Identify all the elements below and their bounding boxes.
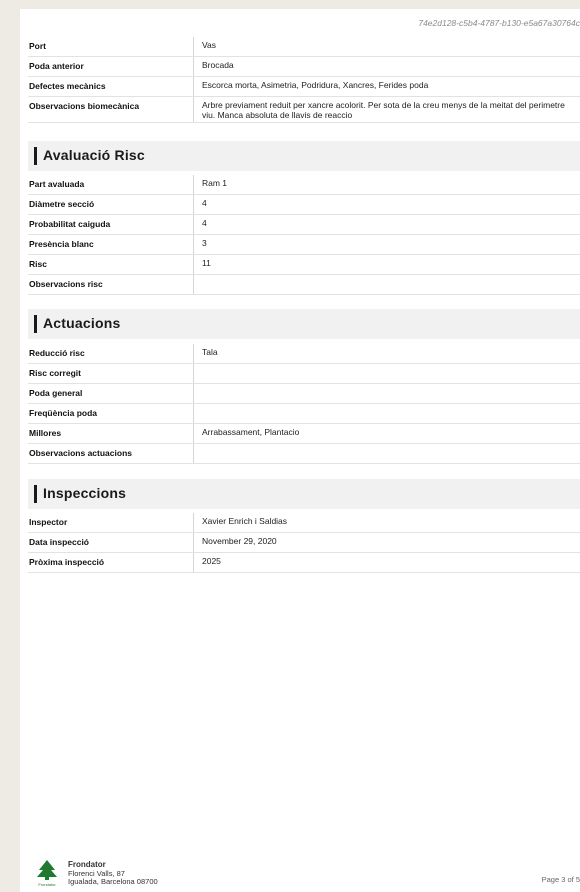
row-label: Pròxima inspecció [28,553,194,572]
row-value: Escorca morta, Asimetria, Podridura, Xan… [202,80,429,90]
table-row: Part avaluada Ram 1 [28,175,580,195]
section-accent-bar [34,147,37,165]
section-header-actions: Actuacions [28,309,580,339]
section-title: Avaluació Risc [43,147,145,163]
row-label: Port [28,37,194,56]
row-value [194,384,580,403]
row-label: Freqüència poda [28,404,194,423]
row-value [194,275,580,294]
risk-table: Part avaluada Ram 1 Diàmetre secció 4 Pr… [28,175,580,295]
row-value: 11 [202,258,211,268]
table-row: Data inspecció November 29, 2020 [28,533,580,553]
document-page: 74e2d128-c5b4-4787-b130-e5a67a30764c Por… [20,9,580,892]
table-row: Freqüència poda [28,404,580,424]
row-value: Arrabassament, Plantacio [202,427,300,437]
table-row: Inspector Xavier Enrich i Saldias [28,513,580,533]
frondator-logo: Frondator [32,859,62,887]
table-row: Observacions biomecànica Arbre previamen… [28,97,580,123]
table-row: Observacions actuacions [28,444,580,464]
row-value: Brocada [202,60,234,70]
row-label: Part avaluada [28,175,194,194]
row-label: Risc corregit [28,364,194,383]
row-label: Data inspecció [28,533,194,552]
row-label: Poda general [28,384,194,403]
table-row: Risc corregit [28,364,580,384]
row-label: Defectes mecànics [28,77,194,96]
row-value [194,364,580,383]
row-value: Xavier Enrich i Saldias [202,516,288,526]
table-row: Observacions risc [28,275,580,295]
row-label: Presència blanc [28,235,194,254]
row-label: Diàmetre secció [28,195,194,214]
row-value: November 29, 2020 [202,536,277,546]
document-id: 74e2d128-c5b4-4787-b130-e5a67a30764c [418,18,580,28]
row-label: Probabilitat caiguda [28,215,194,234]
table-row: Reducció risc Tala [28,344,580,364]
tree-details-table: Port Vas Poda anterior Brocada Defectes … [28,37,580,123]
row-value [194,444,580,463]
row-label: Observacions risc [28,275,194,294]
row-label: Observacions actuacions [28,444,194,463]
row-value: Tala [202,347,218,357]
page-number: Page 3 of 5 [541,875,580,884]
tree-logo-icon: Frondator [37,860,57,887]
row-label: Poda anterior [28,57,194,76]
row-value: Arbre previament reduit per xancre acolo… [202,100,565,120]
organization-info: Frondator Florenci Valls, 87 Igualada, B… [68,860,158,887]
table-row: Poda general [28,384,580,404]
row-value: 4 [202,218,207,228]
row-value: 4 [202,198,207,208]
address-line-2: Igualada, Barcelona 08700 [68,877,158,886]
row-label: Reducció risc [28,344,194,363]
section-title: Actuacions [43,315,121,331]
row-value [194,404,580,423]
row-value: Ram 1 [202,178,228,188]
actions-table: Reducció risc Tala Risc corregit Poda ge… [28,344,580,464]
section-header-inspections: Inspeccions [28,479,580,509]
row-label: Risc [28,255,194,274]
table-row: Pròxima inspecció 2025 [28,553,580,573]
row-label: Observacions biomecànica [28,97,194,122]
row-value: 3 [202,238,207,248]
table-row: Probabilitat caiguda 4 [28,215,580,235]
table-row: Poda anterior Brocada [28,57,580,77]
row-label: Inspector [28,513,194,532]
table-row: Presència blanc 3 [28,235,580,255]
inspections-table: Inspector Xavier Enrich i Saldias Data i… [28,513,580,573]
logo-wordmark: Frondator [38,882,56,887]
table-row: Port Vas [28,37,580,57]
section-header-risk: Avaluació Risc [28,141,580,171]
row-value: 2025 [202,556,221,566]
section-accent-bar [34,315,37,333]
section-accent-bar [34,485,37,503]
table-row: Risc 11 [28,255,580,275]
section-title: Inspeccions [43,485,127,501]
row-label: Millores [28,424,194,443]
table-row: Diàmetre secció 4 [28,195,580,215]
table-row: Defectes mecànics Escorca morta, Asimetr… [28,77,580,97]
row-value: Vas [202,40,217,50]
table-row: Millores Arrabassament, Plantacio [28,424,580,444]
